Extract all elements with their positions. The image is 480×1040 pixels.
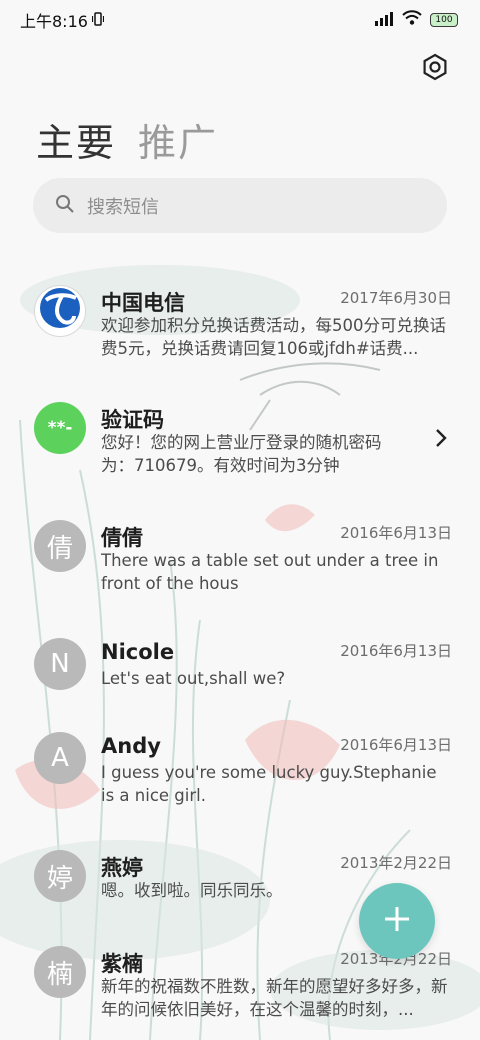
avatar: A (34, 732, 86, 784)
tab-bar: 主要 推广 (36, 112, 218, 167)
message-preview: Let's eat out,shall we? (101, 669, 286, 688)
gear-icon (421, 53, 449, 85)
search-input[interactable]: 搜索短信 (33, 178, 447, 233)
avatar (34, 285, 86, 337)
wifi-icon (402, 10, 422, 30)
telecom-logo-icon (38, 286, 82, 337)
contact-name: 燕婷 (101, 856, 143, 880)
message-date: 2013年2月22日 (340, 854, 452, 872)
status-time-group: 上午8:16 (20, 8, 105, 32)
message-date: 2016年6月13日 (340, 736, 452, 754)
battery-icon: 100 (430, 13, 458, 27)
conversation-item[interactable]: 倩 倩倩 2016年6月13日 There was a table set ou… (0, 506, 480, 616)
avatar: 婷 (34, 850, 86, 902)
message-date: 2016年6月13日 (340, 642, 452, 660)
avatar: 楠 (34, 946, 86, 998)
conversation-item[interactable]: 中国电信 2017年6月30日 欢迎参加积分兑换话费活动，每500分可兑换话费5… (0, 270, 480, 380)
avatar: N (34, 638, 86, 690)
contact-name: Nicole (101, 640, 175, 664)
signal-icon (374, 11, 394, 30)
settings-button[interactable] (420, 53, 450, 85)
new-message-button[interactable] (359, 883, 435, 959)
status-time: 上午8:16 (20, 12, 88, 31)
contact-name: 中国电信 (101, 291, 185, 315)
message-date: 2017年6月30日 (340, 289, 452, 307)
plus-icon (382, 904, 412, 938)
chevron-right-icon[interactable] (434, 428, 448, 452)
message-date: 2016年6月13日 (340, 524, 452, 542)
contact-name: Andy (101, 734, 161, 758)
status-icons: 100 (374, 10, 458, 30)
avatar: 倩 (34, 520, 86, 572)
conversation-item[interactable]: N Nicole 2016年6月13日 Let's eat out,shall … (0, 624, 480, 714)
conversation-item[interactable]: A Andy 2016年6月13日 I guess you're some lu… (0, 720, 480, 830)
contact-name: 紫楠 (101, 952, 143, 976)
status-bar: 上午8:16 100 (0, 0, 480, 40)
contact-name: 倩倩 (101, 526, 143, 550)
search-icon (55, 194, 75, 218)
contact-name: 验证码 (101, 408, 164, 432)
message-preview: 欢迎参加积分兑换话费活动，每500分可兑换话费5元，兑换话费请回复106或jfd… (101, 316, 446, 358)
message-preview: I guess you're some lucky guy.Stephanie … (101, 763, 437, 805)
vibrate-icon (91, 11, 105, 30)
tab-main[interactable]: 主要 (36, 112, 116, 167)
search-placeholder: 搜索短信 (87, 196, 159, 218)
message-preview: 您好！您的网上营业厅登录的随机密码为：710679。有效时间为3分钟 (101, 433, 382, 475)
avatar: **- (34, 402, 86, 454)
tab-promo[interactable]: 推广 (138, 112, 218, 167)
message-preview: There was a table set out under a tree i… (101, 551, 439, 593)
message-preview: 新年的祝福数不胜数，新年的愿望好多好多，新年的问候依旧美好，在这个温馨的时刻，.… (101, 977, 448, 1019)
conversation-item[interactable]: **- 验证码 您好！您的网上营业厅登录的随机密码为：710679。有效时间为3… (0, 388, 480, 498)
